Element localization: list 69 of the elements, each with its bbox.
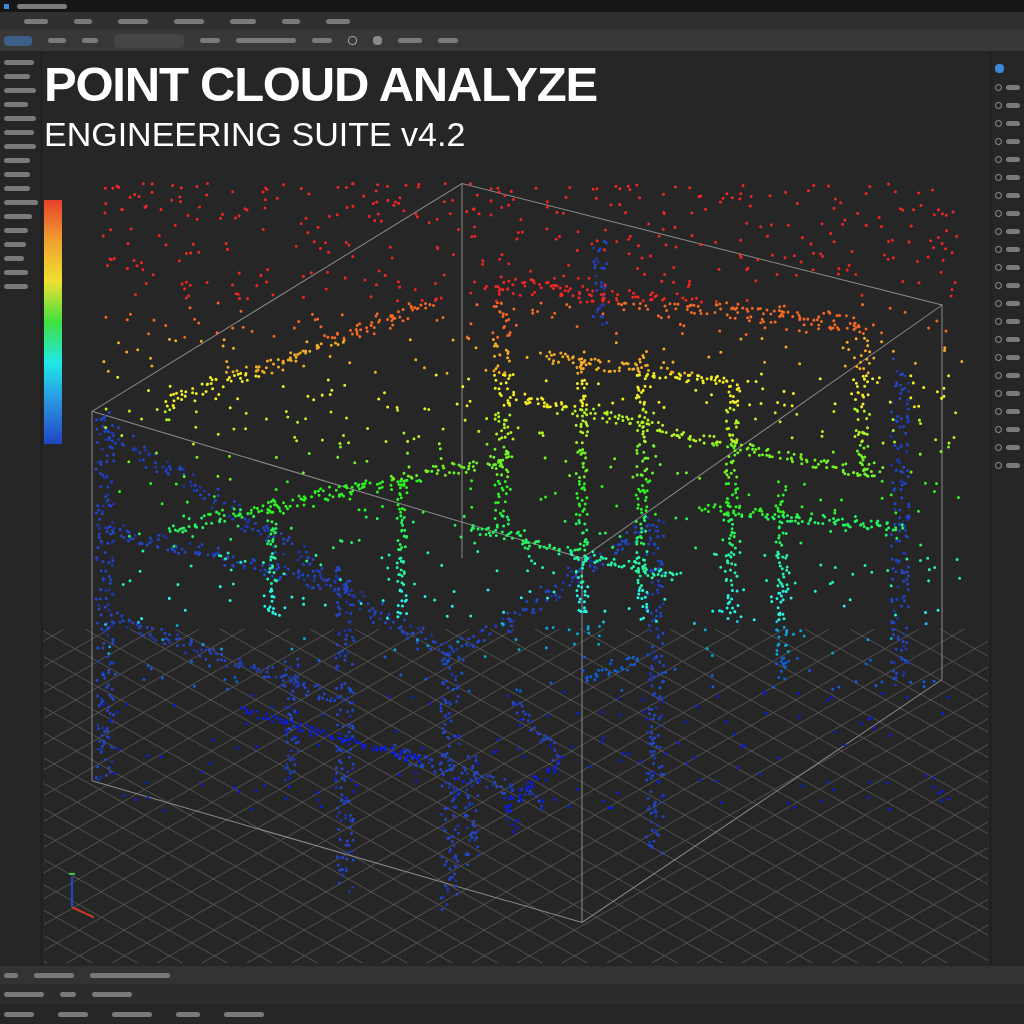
panel-icon[interactable] <box>995 64 1004 73</box>
blurred-label <box>312 38 332 43</box>
blurred-label <box>1006 337 1020 342</box>
blurred-label <box>4 88 36 93</box>
blurred-label <box>4 74 30 79</box>
blurred-label <box>58 1011 88 1017</box>
blurred-label <box>1006 373 1020 378</box>
blurred-label <box>4 186 30 191</box>
blurred-label <box>4 172 30 177</box>
blurred-label <box>1006 427 1020 432</box>
blurred-label <box>4 144 36 149</box>
axis-gizmo-icon <box>69 872 95 919</box>
blurred-label <box>282 18 300 24</box>
blurred-label <box>4 130 34 135</box>
blurred-label <box>74 18 92 24</box>
blurred-label <box>34 972 74 978</box>
blurred-label <box>1006 229 1020 234</box>
blurred-label <box>236 38 296 43</box>
overlay-subheading: ENGINEERING SUITE v4.2 <box>44 117 467 151</box>
blurred-label <box>1006 85 1020 90</box>
overlay-heading: POINT CLOUD ANALYZE <box>44 60 597 109</box>
blurred-label <box>1006 283 1020 288</box>
blurred-label <box>60 991 76 997</box>
blurred-label <box>24 18 48 24</box>
blurred-label <box>200 38 220 43</box>
viewport[interactable]: POINT CLOUD ANALYZE ENGINEERING SUITE v4.2 <box>42 52 990 966</box>
blurred-label <box>1006 139 1020 144</box>
blurred-label <box>1006 103 1020 108</box>
blurred-label <box>1006 157 1020 162</box>
blurred-label <box>1006 319 1020 324</box>
blurred-label <box>1006 265 1020 270</box>
blurred-label <box>224 1011 264 1017</box>
blurred-label <box>112 1011 152 1017</box>
blurred-label <box>1006 409 1020 414</box>
blurred-label <box>92 991 132 997</box>
blurred-label <box>48 38 66 43</box>
blurred-label <box>4 214 32 219</box>
blurred-label <box>4 991 44 997</box>
blurred-label <box>174 18 204 24</box>
blurred-label <box>398 38 422 43</box>
blurred-label <box>4 256 24 261</box>
blurred-label <box>4 228 28 233</box>
blurred-label <box>4 284 28 289</box>
blurred-label <box>1006 211 1020 216</box>
blurred-label <box>1006 463 1020 468</box>
blurred-label <box>4 102 28 107</box>
blurred-label <box>1006 175 1020 180</box>
blurred-label <box>82 38 98 43</box>
blurred-label <box>4 158 30 163</box>
blurred-label <box>1006 391 1020 396</box>
blurred-label <box>176 1011 200 1017</box>
blurred-label <box>1006 445 1020 450</box>
blurred-label <box>326 18 350 24</box>
blurred-label <box>4 270 28 275</box>
blurred-label <box>17 3 67 9</box>
blurred-label <box>4 60 34 65</box>
blurred-label <box>230 18 256 24</box>
blurred-label <box>4 116 36 121</box>
blurred-label <box>4 242 26 247</box>
blurred-label <box>1006 121 1020 126</box>
blurred-label <box>1006 355 1020 360</box>
blurred-label <box>4 1011 34 1017</box>
blurred-label <box>1006 247 1020 252</box>
blurred-label <box>118 18 148 24</box>
blurred-label <box>438 38 458 43</box>
blurred-label <box>4 200 38 205</box>
blurred-label <box>1006 301 1020 306</box>
blurred-label <box>1006 193 1020 198</box>
blurred-label <box>4 972 18 978</box>
